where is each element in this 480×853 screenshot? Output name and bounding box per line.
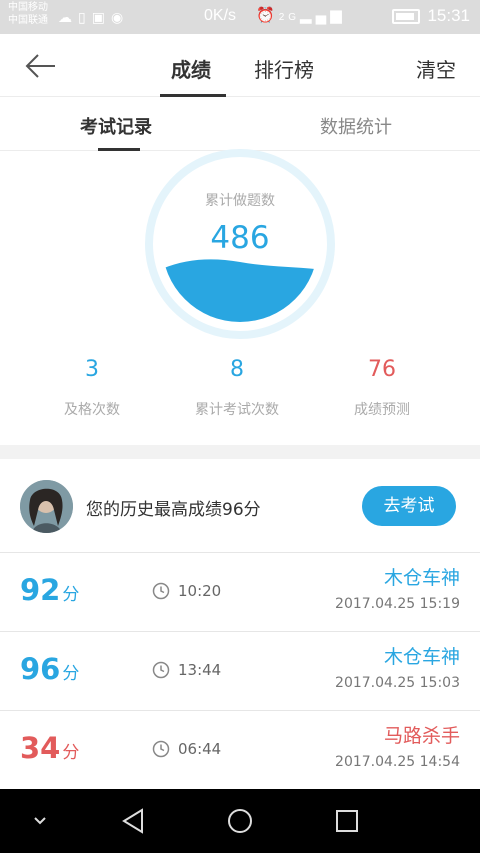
record-row[interactable]: 92 分 10:20 木仓车神 2017.04.25 15:19 (0, 553, 480, 632)
alarm-icon: ⏰ (256, 7, 279, 24)
tab-exam-records[interactable]: 考试记录 (80, 113, 152, 139)
clear-button[interactable]: 清空 (416, 54, 456, 83)
pass-count-value: 3 (85, 357, 99, 382)
record-score: 34 分 (20, 731, 80, 765)
notification-icons: ☁▯▣◉ (58, 9, 129, 26)
sub-tabs: 考试记录 数据统计 (0, 97, 480, 151)
recents-square-icon[interactable] (332, 789, 362, 853)
clock-time: 15:31 (427, 6, 470, 25)
take-exam-button[interactable]: 去考试 (362, 486, 456, 526)
exam-count-label: 累计考试次数 (195, 402, 279, 418)
record-score: 96 分 (20, 652, 80, 686)
home-circle-icon[interactable] (225, 789, 255, 853)
clock-icon (152, 740, 170, 758)
record-icon: ◉ (110, 9, 130, 25)
tab-data-statistics[interactable]: 数据统计 (320, 113, 392, 139)
record-duration: 13:44 (178, 661, 222, 679)
record-duration: 06:44 (178, 740, 222, 758)
record-row[interactable]: 96 分 13:44 木仓车神 2017.04.25 15:03 (0, 632, 480, 711)
network-speed: 0K/s (204, 7, 237, 24)
cloud-icon: ☁ (58, 9, 78, 25)
chevron-down-icon[interactable] (28, 789, 52, 853)
pass-count-label: 及格次数 (64, 402, 120, 418)
total-questions-label: 累计做题数 (205, 193, 275, 209)
section-gap (0, 445, 480, 459)
back-triangle-icon[interactable] (118, 789, 148, 853)
image-icon: ▣ (91, 9, 111, 25)
carrier-2: 中国联通 (8, 15, 48, 26)
tab-scores[interactable]: 成绩 (171, 54, 211, 83)
record-score: 92 分 (20, 573, 80, 607)
score-prediction-value: 76 (368, 357, 396, 382)
sub-tab-indicator (98, 148, 140, 151)
top-header: 成绩 排行榜 清空 (0, 34, 480, 97)
carrier-1: 中国移动 (8, 2, 48, 13)
total-questions-value: 486 (210, 220, 270, 256)
network-type: 2G (278, 12, 301, 23)
sim-icon: ▯ (78, 9, 92, 25)
clock-icon (152, 582, 170, 600)
clock-icon (152, 661, 170, 679)
record-datetime: 2017.04.25 15:03 (335, 675, 460, 691)
record-duration: 10:20 (178, 582, 222, 600)
record-title: 木仓车神 (383, 646, 460, 668)
status-bar: 中国移动 中国联通 ☁▯▣◉ 0K/s ⏰2G▂▄▆ 15:31 (0, 0, 480, 34)
tab-leaderboard[interactable]: 排行榜 (254, 54, 314, 83)
best-score-text: 您的历史最高成绩96分 (86, 500, 261, 520)
score-prediction-label: 成绩预测 (354, 402, 410, 418)
record-datetime: 2017.04.25 14:54 (335, 754, 460, 770)
carrier-labels: 中国移动 中国联通 (8, 1, 48, 27)
record-row[interactable]: 34 分 06:44 马路杀手 2017.04.25 14:54 (0, 711, 480, 790)
back-arrow-icon[interactable] (24, 52, 58, 80)
record-datetime: 2017.04.25 15:19 (335, 596, 460, 612)
signal-icon: ▂▄▆ (300, 7, 346, 24)
avatar (20, 480, 73, 533)
record-title: 木仓车神 (383, 567, 460, 589)
record-title: 马路杀手 (383, 725, 460, 747)
battery-icon (392, 9, 420, 24)
signal-icons: ⏰2G▂▄▆ (256, 6, 346, 24)
exam-count-value: 8 (230, 357, 244, 382)
system-nav-bar (0, 789, 480, 853)
